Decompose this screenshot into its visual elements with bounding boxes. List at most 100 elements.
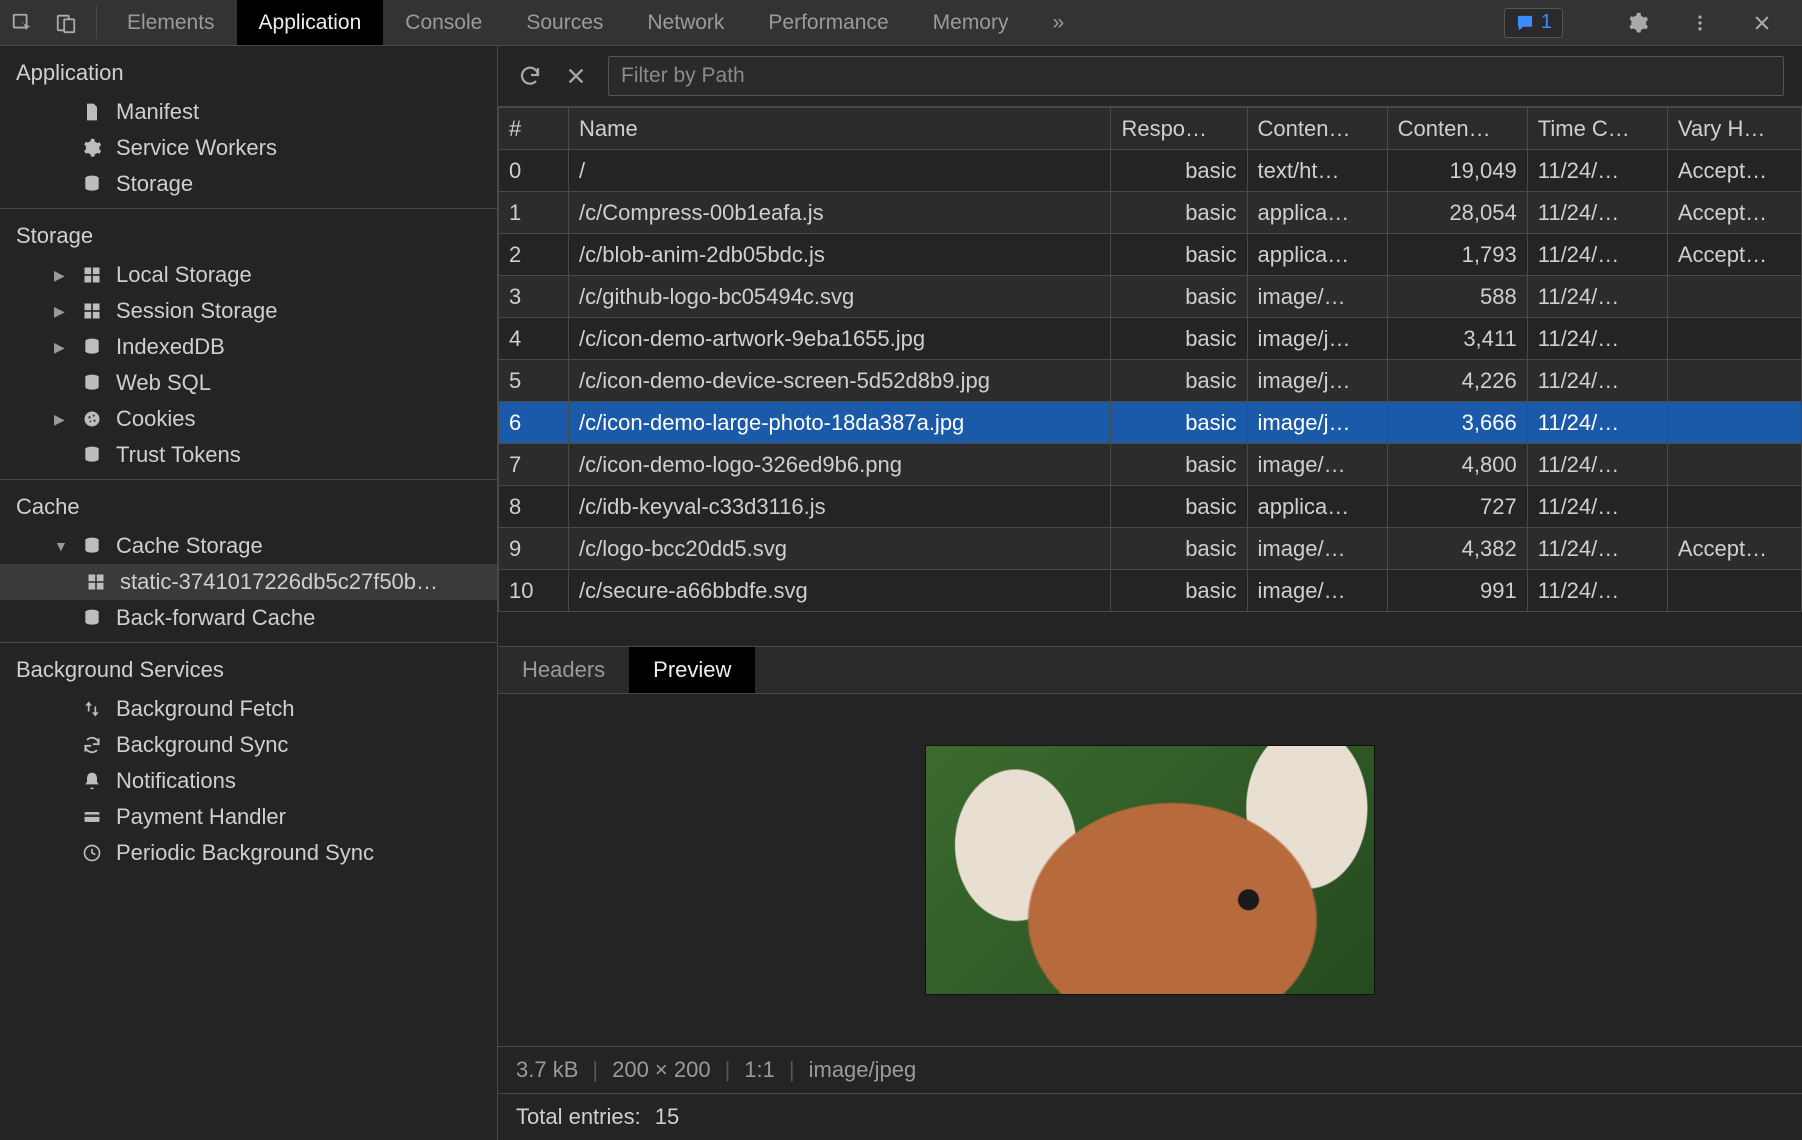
cell: 11/24/… (1527, 192, 1667, 234)
tab-network[interactable]: Network (625, 0, 746, 45)
cell: 11/24/… (1527, 318, 1667, 360)
table-row[interactable]: 2/c/blob-anim-2db05bdc.jsbasicapplica…1,… (499, 234, 1802, 276)
sidebar-item-service-workers[interactable]: ▶Service Workers (0, 130, 497, 166)
table-row[interactable]: 7/c/icon-demo-logo-326ed9b6.pngbasicimag… (499, 444, 1802, 486)
cell: Accept… (1667, 234, 1801, 276)
cell: Accept… (1667, 528, 1801, 570)
col-header[interactable]: Vary H… (1667, 108, 1801, 150)
sync-icon (80, 733, 104, 757)
kebab-menu-icon[interactable] (1678, 13, 1722, 33)
cell: 28,054 (1387, 192, 1527, 234)
sidebar-item-background-sync[interactable]: ▶Background Sync (0, 727, 497, 763)
cell: basic (1111, 360, 1247, 402)
cell (1667, 486, 1801, 528)
detail-tab-headers[interactable]: Headers (498, 647, 629, 693)
table-row[interactable]: 10/c/secure-a66bbdfe.svgbasicimage/…9911… (499, 570, 1802, 612)
sidebar-item-bf-cache[interactable]: ▶ Back-forward Cache (0, 600, 497, 636)
sidebar-item-storage[interactable]: ▶Storage (0, 166, 497, 202)
sidebar-item-periodic-background-sync[interactable]: ▶Periodic Background Sync (0, 835, 497, 871)
sidebar-item-background-fetch[interactable]: ▶Background Fetch (0, 691, 497, 727)
table-row[interactable]: 1/c/Compress-00b1eafa.jsbasicapplica…28,… (499, 192, 1802, 234)
col-header[interactable]: # (499, 108, 569, 150)
total-entries-bar: Total entries: 15 (498, 1093, 1802, 1140)
cell: image/j… (1247, 402, 1387, 444)
cell: image/j… (1247, 360, 1387, 402)
table-row[interactable]: 5/c/icon-demo-device-screen-5d52d8b9.jpg… (499, 360, 1802, 402)
cell: basic (1111, 192, 1247, 234)
cache-toolbar (498, 46, 1802, 107)
filter-path-input[interactable] (608, 56, 1784, 96)
sidebar-item-cache-storage[interactable]: ▼ Cache Storage (0, 528, 497, 564)
sidebar-item-indexeddb[interactable]: ▶IndexedDB (0, 329, 497, 365)
cell: /c/icon-demo-large-photo-18da387a.jpg (569, 402, 1111, 444)
cell: 1,793 (1387, 234, 1527, 276)
cell: basic (1111, 234, 1247, 276)
inspect-element-icon[interactable] (0, 0, 44, 45)
col-header[interactable]: Conten… (1247, 108, 1387, 150)
tab-memory[interactable]: Memory (911, 0, 1031, 45)
cell: image/… (1247, 570, 1387, 612)
cache-entry-name: static-3741017226db5c27f50b… (120, 569, 438, 595)
updown-icon (80, 697, 104, 721)
gear-icon (80, 136, 104, 160)
sidebar-item-label: Cookies (116, 406, 195, 432)
table-row[interactable]: 3/c/github-logo-bc05494c.svgbasicimage/…… (499, 276, 1802, 318)
grid-icon (84, 570, 108, 594)
db-icon (80, 371, 104, 395)
delete-icon[interactable] (562, 62, 590, 90)
col-header[interactable]: Conten… (1387, 108, 1527, 150)
cell: 4 (499, 318, 569, 360)
sidebar-item-session-storage[interactable]: ▶Session Storage (0, 293, 497, 329)
sidebar-item-payment-handler[interactable]: ▶Payment Handler (0, 799, 497, 835)
sidebar-item-manifest[interactable]: ▶Manifest (0, 94, 497, 130)
cookie-icon (80, 407, 104, 431)
disclosure-triangle-icon: ▶ (54, 303, 68, 320)
tab-elements[interactable]: Elements (105, 0, 237, 45)
close-devtools-icon[interactable] (1740, 13, 1784, 33)
clock-icon (80, 841, 104, 865)
table-row[interactable]: 8/c/idb-keyval-c33d3116.jsbasicapplica…7… (499, 486, 1802, 528)
col-header[interactable]: Time C… (1527, 108, 1667, 150)
sidebar-item-label: Local Storage (116, 262, 252, 288)
table-row[interactable]: 9/c/logo-bcc20dd5.svgbasicimage/…4,38211… (499, 528, 1802, 570)
bf-cache-label: Back-forward Cache (116, 605, 315, 631)
db-icon (80, 335, 104, 359)
sidebar-item-notifications[interactable]: ▶Notifications (0, 763, 497, 799)
sidebar-item-cache-entry[interactable]: static-3741017226db5c27f50b… (0, 564, 497, 600)
cell: 3,411 (1387, 318, 1527, 360)
sidebar-item-label: Manifest (116, 99, 199, 125)
sidebar-item-web-sql[interactable]: ▶Web SQL (0, 365, 497, 401)
col-header[interactable]: Respo… (1111, 108, 1247, 150)
cell: 8 (499, 486, 569, 528)
tabs-overflow-button[interactable]: » (1030, 0, 1086, 45)
cell: image/… (1247, 444, 1387, 486)
cell: 11/24/… (1527, 486, 1667, 528)
sidebar-item-label: Trust Tokens (116, 442, 241, 468)
tab-application[interactable]: Application (237, 0, 384, 45)
table-row[interactable]: 4/c/icon-demo-artwork-9eba1655.jpgbasici… (499, 318, 1802, 360)
table-row[interactable]: 6/c/icon-demo-large-photo-18da387a.jpgba… (499, 402, 1802, 444)
refresh-icon[interactable] (516, 62, 544, 90)
cell (1667, 318, 1801, 360)
application-sidebar: Application ▶Manifest▶Service Workers▶St… (0, 46, 498, 1140)
sidebar-item-trust-tokens[interactable]: ▶Trust Tokens (0, 437, 497, 473)
console-messages-badge[interactable]: 1 (1504, 8, 1563, 38)
disclosure-triangle-icon: ▶ (54, 411, 68, 428)
tab-console[interactable]: Console (383, 0, 504, 45)
col-header[interactable]: Name (569, 108, 1111, 150)
cell: basic (1111, 402, 1247, 444)
sidebar-item-cookies[interactable]: ▶ Cookies (0, 401, 497, 437)
tab-performance[interactable]: Performance (746, 0, 910, 45)
preview-pane (498, 694, 1802, 1046)
preview-image (925, 745, 1375, 995)
table-row[interactable]: 0/basictext/ht…19,04911/24/…Accept… (499, 150, 1802, 192)
db-icon (80, 606, 104, 630)
overflow-glyph: » (1052, 11, 1064, 35)
detail-tab-preview[interactable]: Preview (629, 647, 755, 693)
tab-sources[interactable]: Sources (504, 0, 625, 45)
cell: 4,800 (1387, 444, 1527, 486)
section-storage: Storage (0, 208, 497, 257)
settings-icon[interactable] (1616, 12, 1660, 34)
sidebar-item-local-storage[interactable]: ▶Local Storage (0, 257, 497, 293)
device-toolbar-icon[interactable] (44, 0, 88, 45)
